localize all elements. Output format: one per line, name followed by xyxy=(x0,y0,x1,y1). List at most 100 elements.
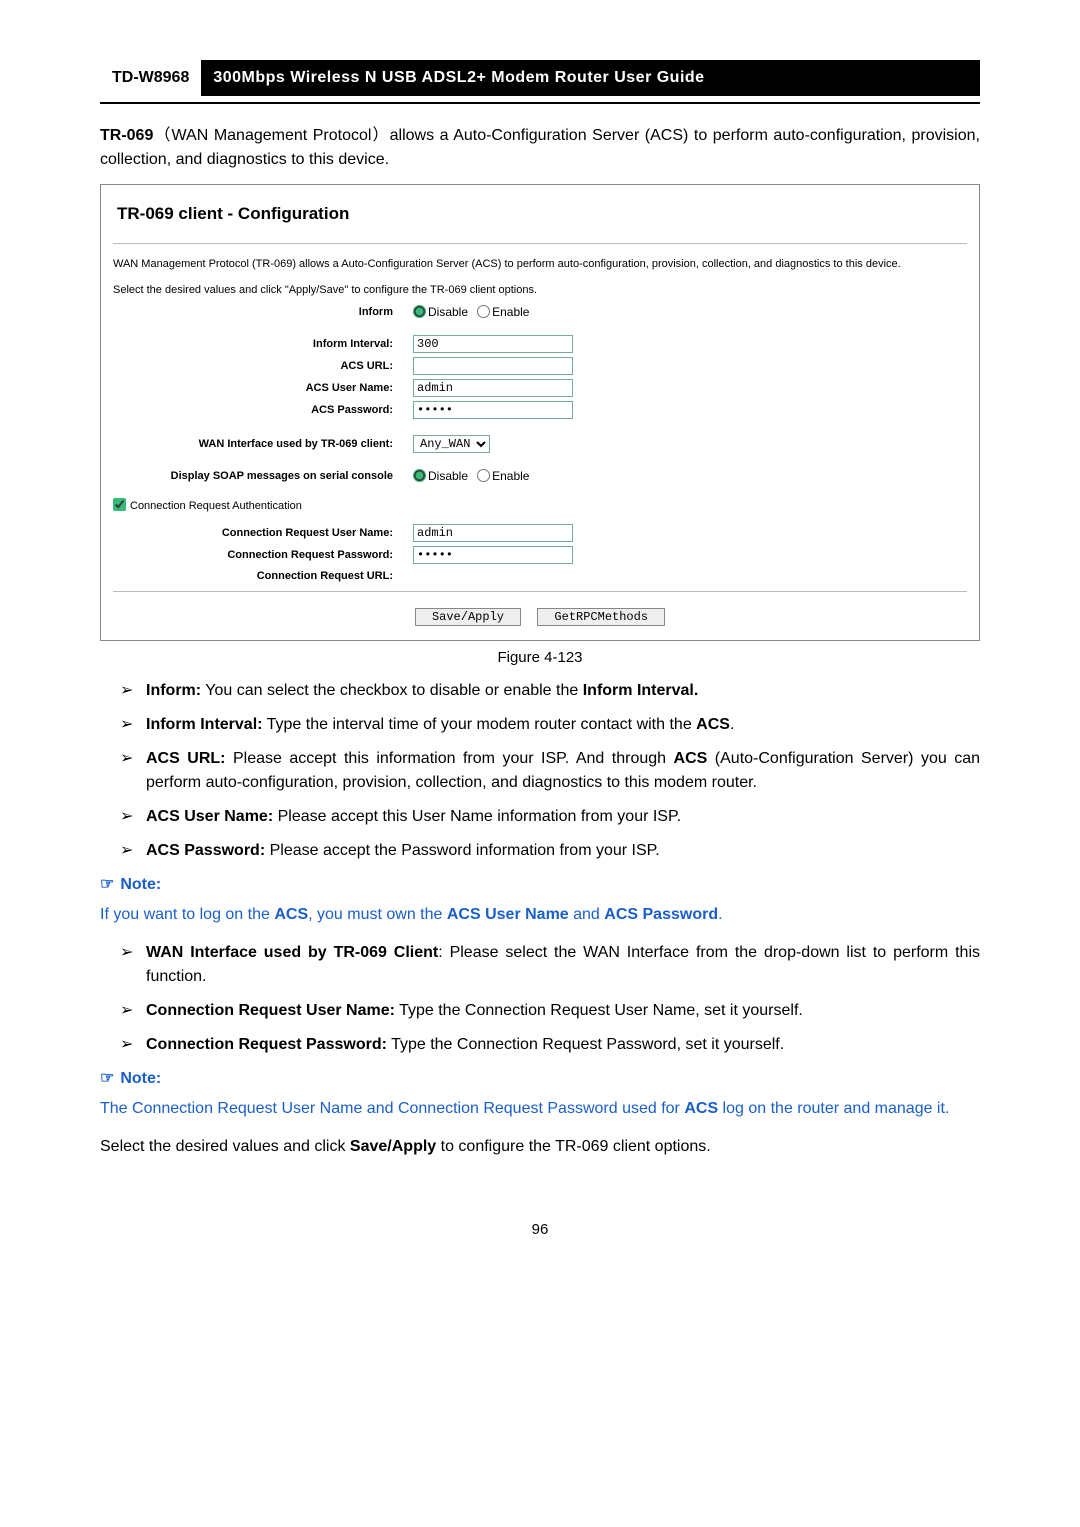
note-b2: ACS User Name xyxy=(447,906,569,923)
label-inform: Inform xyxy=(113,304,413,321)
checkbox-conn-auth[interactable] xyxy=(113,498,126,511)
soap-enable-option[interactable]: Enable xyxy=(477,469,529,483)
figure-screenshot: TR-069 client - Configuration WAN Manage… xyxy=(100,184,980,641)
figure-divider-1 xyxy=(113,243,967,244)
label-acs-url: ACS URL: xyxy=(113,358,413,375)
input-conn-user[interactable] xyxy=(413,524,573,542)
bullet-text: Type the interval time of your modem rou… xyxy=(262,716,696,733)
list-item: ACS User Name: Please accept this User N… xyxy=(120,805,980,829)
inform-disable-radio[interactable] xyxy=(413,305,426,318)
row-conn-auth: Connection Request Authentication xyxy=(113,498,967,515)
label-inform-interval: Inform Interval: xyxy=(113,336,413,353)
inform-enable-option[interactable]: Enable xyxy=(477,305,529,319)
figure-caption: Figure 4-123 xyxy=(100,647,980,670)
bullet-term: ACS URL: xyxy=(146,750,225,767)
bullet-term: ACS Password: xyxy=(146,842,265,859)
bullet-text: Type the Connection Request Password, se… xyxy=(387,1036,784,1053)
input-acs-pass[interactable] xyxy=(413,401,573,419)
input-inform-interval[interactable] xyxy=(413,335,573,353)
note-tail: . xyxy=(718,906,722,923)
bullet-text: Please accept this User Name information… xyxy=(273,808,681,825)
input-acs-user[interactable] xyxy=(413,379,573,397)
intro-paragraph: TR-069（WAN Management Protocol）allows a … xyxy=(100,124,980,172)
intro-protocol: WAN Management Protocol xyxy=(172,127,372,144)
bullet-term: Connection Request User Name: xyxy=(146,1002,395,1019)
bullet-text: Please accept this information from your… xyxy=(225,750,673,767)
bullet-list-2: WAN Interface used by TR-069 Client: Ple… xyxy=(100,941,980,1057)
row-inform: Inform Disable Enable xyxy=(113,303,967,322)
label-acs-pass: ACS Password: xyxy=(113,402,413,419)
inform-disable-option[interactable]: Disable xyxy=(413,305,468,319)
bullet-text: Type the Connection Request User Name, s… xyxy=(395,1002,803,1019)
row-acs-url: ACS URL: xyxy=(113,357,967,375)
row-soap: Display SOAP messages on serial console … xyxy=(113,467,967,486)
list-item: Connection Request User Name: Type the C… xyxy=(120,999,980,1023)
note-2-label: ☞ Note: xyxy=(100,1067,980,1091)
label-acs-user: ACS User Name: xyxy=(113,380,413,397)
pointing-hand-icon: ☞ xyxy=(100,1067,114,1091)
bullet-term: Inform Interval: xyxy=(146,716,262,733)
bullet-term: WAN Interface used by TR-069 Client xyxy=(146,944,438,961)
row-acs-user: ACS User Name: xyxy=(113,379,967,397)
doc-header: TD-W8968 300Mbps Wireless N USB ADSL2+ M… xyxy=(100,60,980,96)
bullet-term: Inform: xyxy=(146,682,201,699)
bullet-tail-bold: ACS xyxy=(696,716,730,733)
soap-disable-radio[interactable] xyxy=(413,469,426,482)
header-divider xyxy=(100,102,980,104)
doc-title: 300Mbps Wireless N USB ADSL2+ Modem Rout… xyxy=(201,60,980,96)
page-number: 96 xyxy=(100,1219,980,1242)
figure-title: TR-069 client - Configuration xyxy=(117,201,967,227)
note-text-label: Note: xyxy=(120,876,161,893)
note-b1: ACS xyxy=(274,906,308,923)
closing-bold: Save/Apply xyxy=(350,1138,436,1155)
select-wan-interface[interactable]: Any_WAN xyxy=(413,435,490,453)
bullet-tail-bold: ACS xyxy=(674,750,708,767)
note-b1: ACS xyxy=(684,1100,718,1117)
list-item: WAN Interface used by TR-069 Client: Ple… xyxy=(120,941,980,989)
row-conn-pass: Connection Request Password: xyxy=(113,546,967,564)
note-pre: If you want to log on the xyxy=(100,906,274,923)
inform-radio-group: Disable Enable xyxy=(413,303,967,322)
note-b3: ACS Password xyxy=(604,906,718,923)
bullet-list-1: Inform: You can select the checkbox to d… xyxy=(100,679,980,863)
conn-auth-label[interactable]: Connection Request Authentication xyxy=(113,500,302,512)
bullet-term: ACS User Name: xyxy=(146,808,273,825)
closing-paragraph: Select the desired values and click Save… xyxy=(100,1135,980,1159)
label-conn-url: Connection Request URL: xyxy=(113,568,413,585)
note-text-label: Note: xyxy=(120,1070,161,1087)
input-acs-url[interactable] xyxy=(413,357,573,375)
note-1-text: If you want to log on the ACS, you must … xyxy=(100,903,980,927)
list-item: Inform: You can select the checkbox to d… xyxy=(120,679,980,703)
figure-description: WAN Management Protocol (TR-069) allows … xyxy=(113,256,967,273)
label-conn-pass: Connection Request Password: xyxy=(113,547,413,564)
model-badge: TD-W8968 xyxy=(100,60,201,96)
button-row: Save/Apply GetRPCMethods xyxy=(113,604,967,628)
radio-label-enable: Enable xyxy=(492,305,529,319)
note-2-text: The Connection Request User Name and Con… xyxy=(100,1097,980,1121)
row-conn-url: Connection Request URL: xyxy=(113,568,967,585)
bullet-text: You can select the checkbox to disable o… xyxy=(201,682,583,699)
paren-close: ） xyxy=(371,127,389,144)
list-item: Connection Request Password: Type the Co… xyxy=(120,1033,980,1057)
figure-subline: Select the desired values and click "App… xyxy=(113,282,967,299)
bullet-text: Please accept the Password information f… xyxy=(265,842,660,859)
inform-enable-radio[interactable] xyxy=(477,305,490,318)
list-item: ACS Password: Please accept the Password… xyxy=(120,839,980,863)
radio-label-disable-2: Disable xyxy=(428,469,468,483)
label-wan-interface: WAN Interface used by TR-069 client: xyxy=(113,436,413,453)
save-apply-button[interactable]: Save/Apply xyxy=(415,608,521,626)
conn-auth-text: Connection Request Authentication xyxy=(130,500,302,512)
bullet-suffix: . xyxy=(730,716,734,733)
row-inform-interval: Inform Interval: xyxy=(113,335,967,353)
radio-label-disable: Disable xyxy=(428,305,468,319)
get-rpc-methods-button[interactable]: GetRPCMethods xyxy=(537,608,665,626)
closing-post: to configure the TR-069 client options. xyxy=(436,1138,711,1155)
input-conn-pass[interactable] xyxy=(413,546,573,564)
soap-disable-option[interactable]: Disable xyxy=(413,469,468,483)
bullet-term: Connection Request Password: xyxy=(146,1036,387,1053)
note-pre: The Connection Request User Name and Con… xyxy=(100,1100,684,1117)
note-tail: log on the router and manage it. xyxy=(718,1100,949,1117)
soap-enable-radio[interactable] xyxy=(477,469,490,482)
label-soap: Display SOAP messages on serial console xyxy=(113,468,413,485)
paren-open: （ xyxy=(153,127,171,144)
